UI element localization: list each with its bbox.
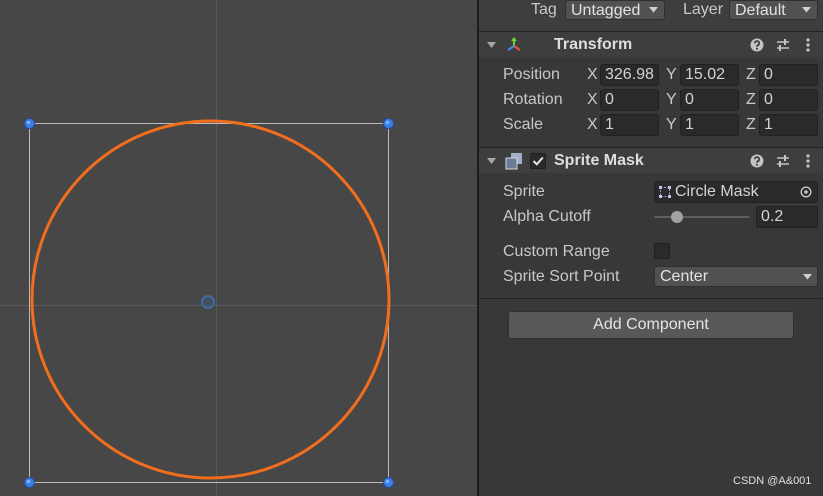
- sort-point-label: Sprite Sort Point: [503, 268, 620, 285]
- sprite-mask-enabled-checkbox[interactable]: [530, 153, 546, 169]
- row-label: Position: [503, 66, 560, 83]
- axis-label-y[interactable]: Y: [666, 115, 677, 135]
- custom-range-label: Custom Range: [503, 243, 610, 260]
- axis-label-y[interactable]: Y: [666, 65, 677, 85]
- transform-header[interactable]: [479, 32, 823, 57]
- scale-z-field[interactable]: 1: [759, 114, 818, 136]
- inspector-panel: Tag Untagged Layer Default Transform Pos…: [479, 0, 823, 496]
- layer-dropdown[interactable]: Default: [729, 0, 818, 20]
- alpha-cutoff-label: Alpha Cutoff: [503, 208, 591, 225]
- rect-handle-top-right[interactable]: [383, 118, 394, 129]
- layer-dropdown-value: Default: [735, 2, 786, 19]
- kebab-menu-icon[interactable]: [803, 154, 813, 168]
- checkmark-icon: [532, 156, 544, 166]
- sprite-object-value: Circle Mask: [675, 183, 759, 200]
- object-picker-icon[interactable]: [800, 186, 812, 198]
- pivot-handle[interactable]: [201, 295, 215, 309]
- sort-point-value: Center: [660, 268, 709, 285]
- sprite-object-field[interactable]: Circle Mask: [654, 181, 818, 203]
- row-label: Scale: [503, 116, 544, 133]
- dropdown-arrow-icon: [649, 7, 658, 13]
- axis-label-z[interactable]: Z: [746, 65, 756, 85]
- transform-title: Transform: [554, 36, 633, 53]
- sort-point-dropdown[interactable]: Center: [654, 266, 818, 287]
- transform-icon: [507, 37, 521, 51]
- rotation-x-field[interactable]: 0: [600, 89, 659, 111]
- rotation-z-field[interactable]: 0: [759, 89, 818, 111]
- kebab-menu-icon[interactable]: [803, 38, 813, 52]
- add-component-button[interactable]: Add Component: [508, 311, 794, 339]
- foldout-arrow-icon[interactable]: [487, 158, 496, 165]
- watermark: CSDN @A&001: [733, 475, 812, 487]
- scene-view[interactable]: [0, 0, 477, 496]
- axis-label-x[interactable]: X: [587, 65, 598, 85]
- alpha-cutoff-field[interactable]: 0.2: [756, 206, 818, 228]
- scale-x-field[interactable]: 1: [600, 114, 659, 136]
- rect-handle-bottom-left[interactable]: [24, 477, 35, 488]
- position-z-field[interactable]: 0: [759, 64, 818, 86]
- sprite-label: Sprite: [503, 183, 545, 200]
- sprite-asset-icon: [659, 186, 671, 198]
- axis-label-x[interactable]: X: [587, 90, 598, 110]
- alpha-cutoff-slider-track[interactable]: [654, 216, 750, 218]
- position-y-field[interactable]: 15.02: [680, 64, 739, 86]
- scene-canvas[interactable]: [0, 0, 477, 496]
- row-label: Rotation: [503, 91, 563, 108]
- position-x-field[interactable]: 326.98: [600, 64, 659, 86]
- alpha-cutoff-slider-thumb[interactable]: [670, 211, 683, 223]
- axis-label-z[interactable]: Z: [746, 115, 756, 135]
- tag-label: Tag: [531, 1, 557, 18]
- rect-handle-bottom-right[interactable]: [383, 477, 394, 488]
- axis-label-z[interactable]: Z: [746, 90, 756, 110]
- tag-dropdown[interactable]: Untagged: [565, 0, 665, 20]
- foldout-arrow-icon[interactable]: [487, 42, 496, 49]
- separator: [479, 298, 823, 299]
- dropdown-arrow-icon: [802, 7, 811, 13]
- axis-label-y[interactable]: Y: [666, 90, 677, 110]
- layer-label: Layer: [683, 1, 724, 18]
- help-icon[interactable]: [750, 154, 764, 168]
- help-icon[interactable]: [750, 38, 764, 52]
- sprite-mask-icon: [505, 153, 522, 170]
- preset-icon[interactable]: [776, 38, 790, 52]
- rect-handle-top-left[interactable]: [24, 118, 35, 129]
- axis-label-x[interactable]: X: [587, 115, 598, 135]
- rotation-y-field[interactable]: 0: [680, 89, 739, 111]
- preset-icon[interactable]: [776, 154, 790, 168]
- sprite-mask-title: Sprite Mask: [554, 152, 644, 169]
- tag-dropdown-value: Untagged: [571, 2, 641, 19]
- scale-y-field[interactable]: 1: [680, 114, 739, 136]
- dropdown-arrow-icon: [803, 274, 812, 280]
- custom-range-checkbox[interactable]: [654, 243, 670, 259]
